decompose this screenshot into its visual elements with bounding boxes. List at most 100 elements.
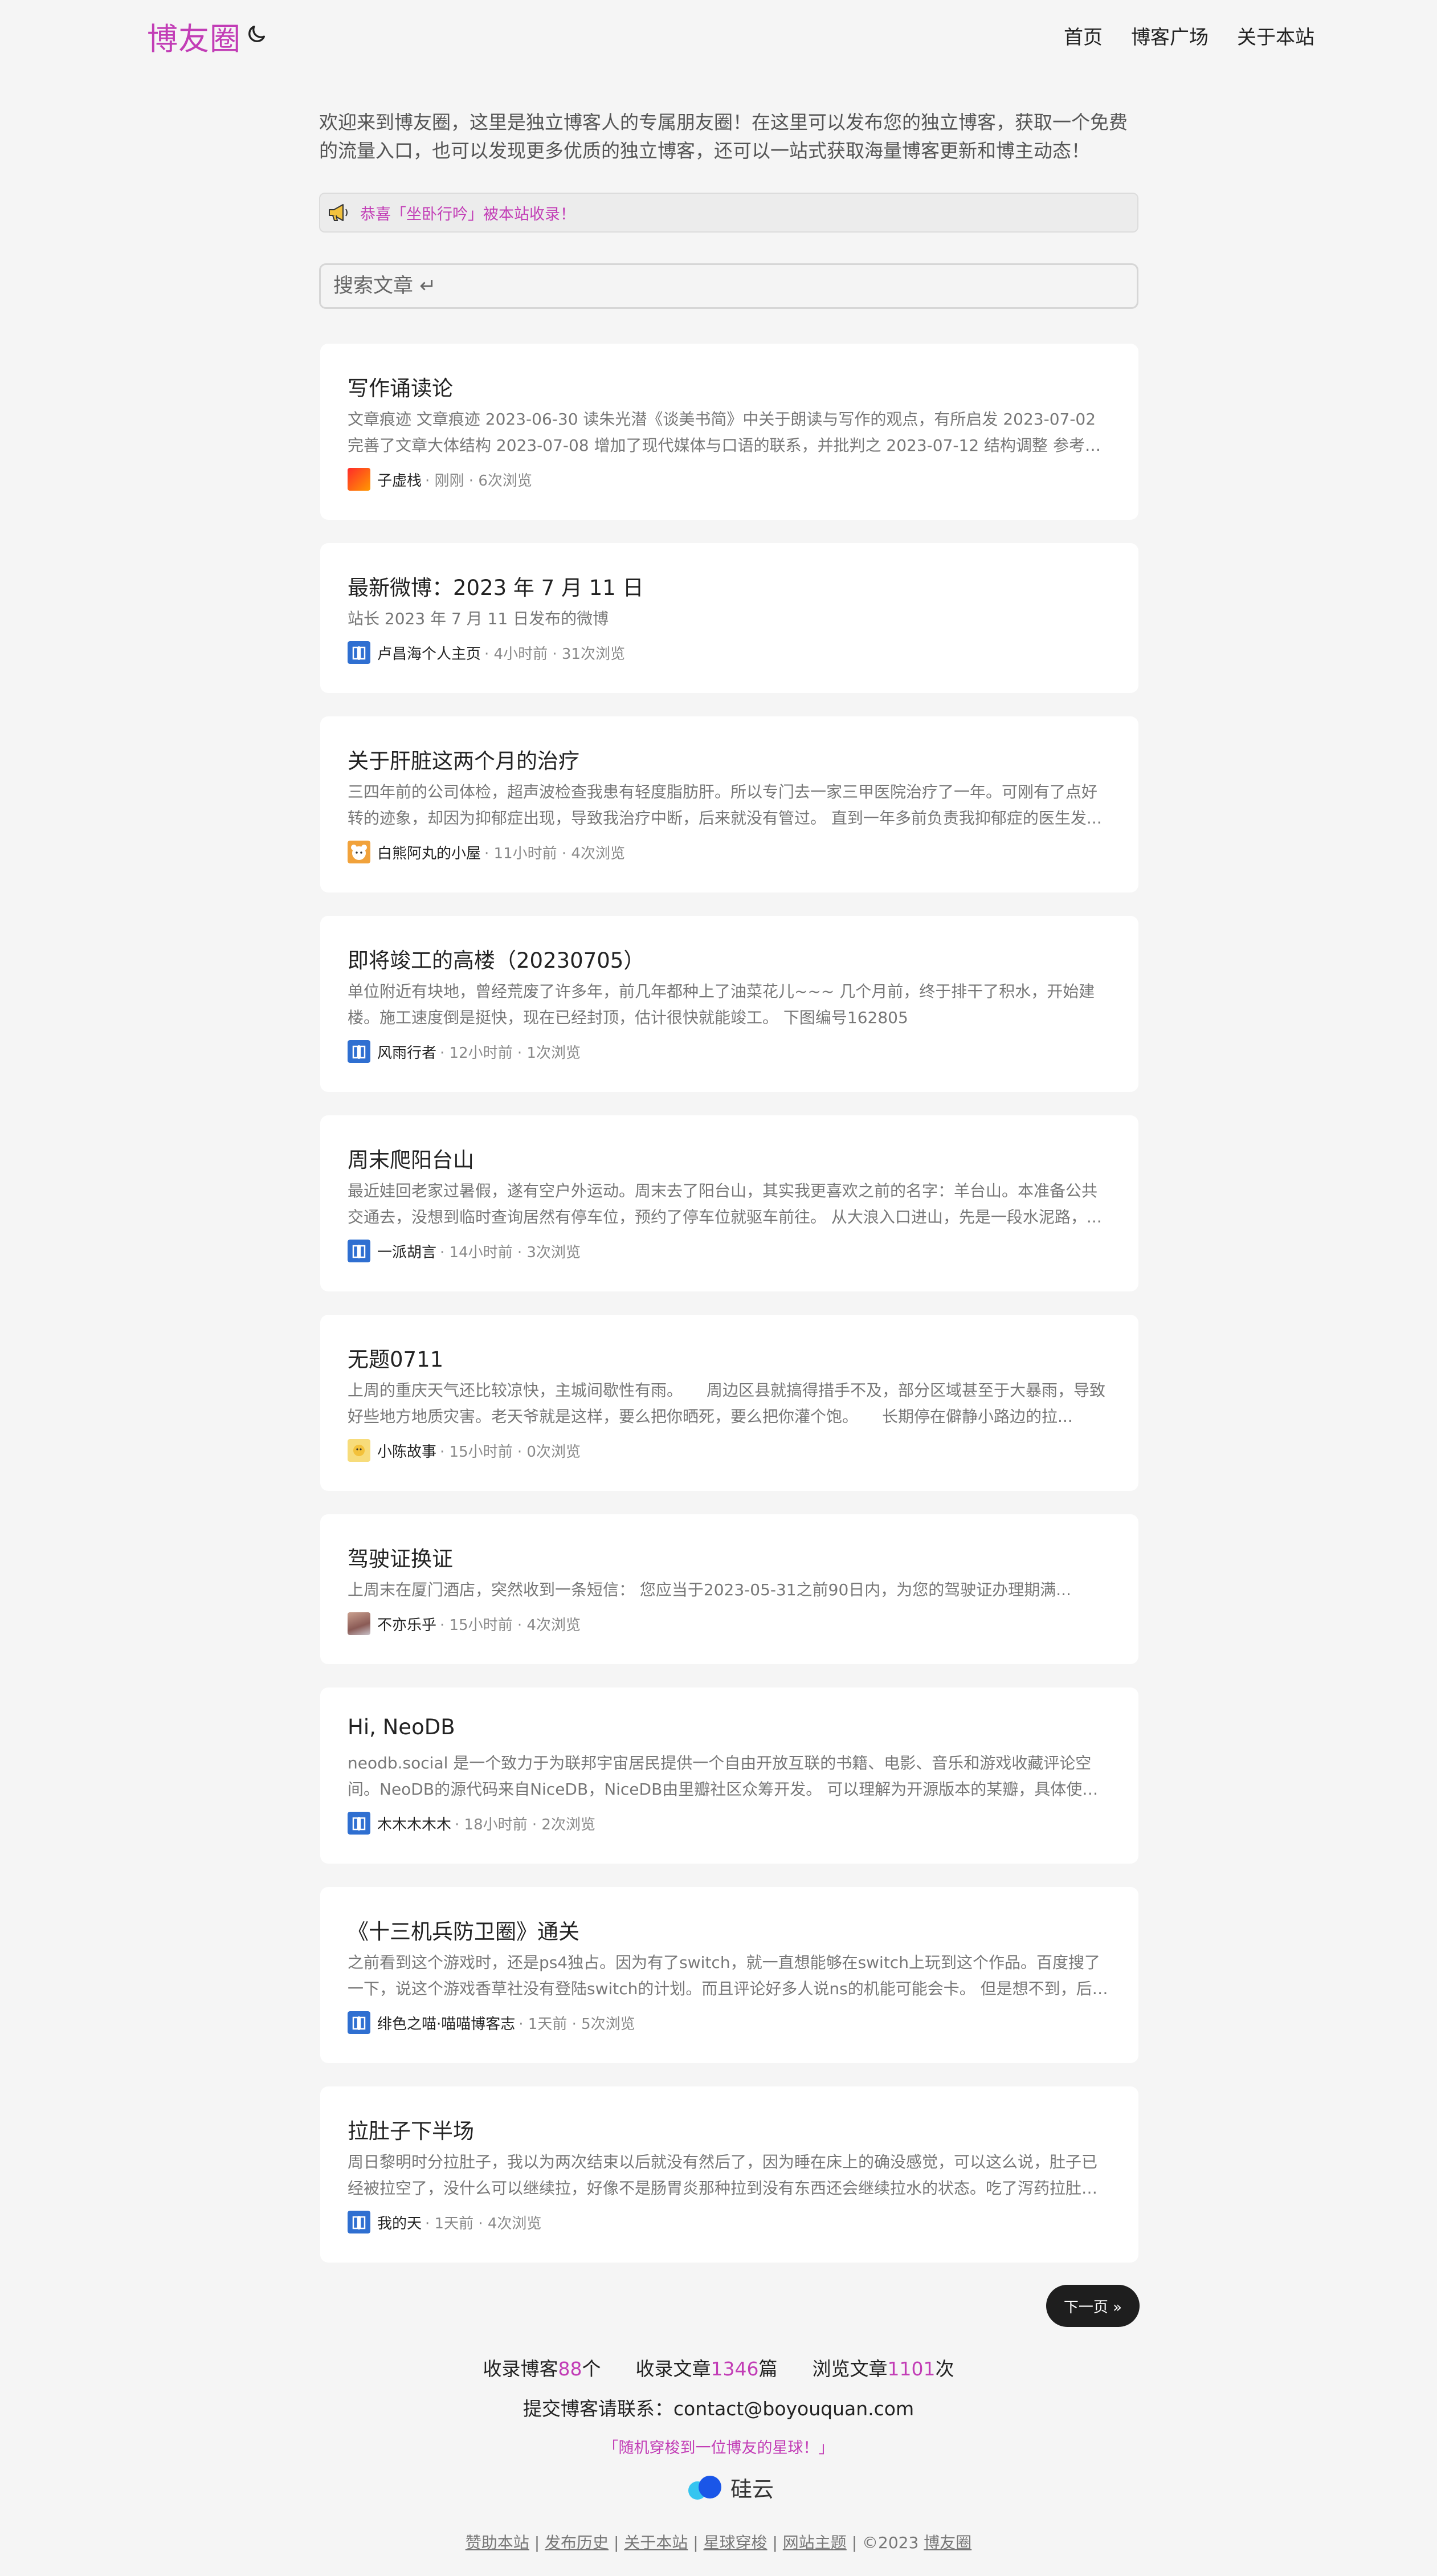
article-title[interactable]: 周末爬阳台山 [348,1143,474,1173]
article-title[interactable]: 无题0711 [348,1342,443,1373]
book-icon[interactable] [348,1240,370,1262]
book-icon[interactable] [348,2211,370,2233]
nav-home[interactable]: 首页 [1064,22,1103,50]
random-blog-link[interactable]: 「随机穿梭到一位博友的星球！」 [0,2435,1437,2457]
blogs-label: 收录博客 [483,2358,558,2380]
article-stats: · 1天前 · 4次浏览 [425,2215,542,2232]
article-title[interactable]: 关于肝脏这两个月的治疗 [348,744,579,775]
article-card[interactable]: 关于肝脏这两个月的治疗 三四年前的公司体检，超声波检查我患有轻度脂肪肝。所以专门… [320,716,1138,892]
article-stats: · 15小时前 · 4次浏览 [440,1616,581,1634]
article-excerpt: 周日黎明时分拉肚子，我以为两次结束以后就没有然后了，因为睡在床上的确没感觉，可以… [348,2153,1098,2198]
book-icon[interactable] [348,2011,370,2034]
article-stats: · 14小时前 · 3次浏览 [440,1244,581,1261]
article-meta: 绯色之喵·喵喵博客志 · 1天前 · 5次浏览 [348,2011,635,2034]
dark-mode-toggle-icon[interactable] [245,23,268,46]
articles-unit: 篇 [758,2358,778,2380]
article-card[interactable]: 拉肚子下半场 周日黎明时分拉肚子，我以为两次结束以后就没有然后了，因为睡在床上的… [320,2086,1138,2263]
author-name[interactable]: 我的天 [377,2212,422,2233]
article-card[interactable]: 无题0711 上周的重庆天气还比较凉快，主城间歇性有雨。 周边区县就搞得措手不及… [320,1315,1138,1491]
footer-links: 赞助本站 | 发布历史 | 关于本站 | 星球穿梭 | 网站主题 | ©2023… [465,2533,972,2552]
views-unit: 次 [935,2358,954,2380]
blogs-unit: 个 [582,2358,601,2380]
article-stats: · 12小时前 · 1次浏览 [440,1044,581,1062]
author-name[interactable]: 子虚栈 [377,469,422,490]
author-name[interactable]: 卢昌海个人主页 [377,642,481,663]
article-meta: 我的天 · 1天前 · 4次浏览 [348,2211,541,2233]
blogs-count: 88 [558,2358,582,2380]
article-excerpt: 文章痕迹 文章痕迹 2023-06-30 读朱光潜《谈美书简》中关于朗读与写作的… [348,410,1096,455]
site-logo[interactable]: 博友圈 [147,14,241,59]
article-title[interactable]: 《十三机兵防卫圈》通关 [348,1914,579,1945]
copyright-text: ©2023 [862,2533,919,2552]
article-title[interactable]: 驾驶证换证 [348,1542,453,1572]
author-name[interactable]: 白熊阿丸的小屋 [377,842,481,863]
contact-text: 提交博客请联系：contact@boyouquan.com [522,2398,915,2420]
footer-link-theme[interactable]: 网站主题 [783,2533,847,2552]
article-meta: 子虚栈 · 刚刚 · 6次浏览 [348,468,532,491]
author-name[interactable]: 木木木木木 [377,1813,451,1834]
article-title[interactable]: 即将竣工的高楼（20230705） [348,943,644,974]
author-name[interactable]: 不亦乐乎 [377,1613,436,1635]
article-stats: · 4小时前 · 31次浏览 [484,645,625,663]
article-title[interactable]: 写作诵读论 [348,371,453,402]
article-stats: · 刚刚 · 6次浏览 [425,472,532,490]
articles-label: 收录文章 [635,2358,711,2380]
article-excerpt: 单位附近有块地，曾经荒废了许多年，前几年都种上了油菜花儿~~~ 几个月前，终于排… [348,982,1095,1027]
cloud-logo-icon [688,2475,721,2500]
book-icon[interactable] [348,641,370,664]
footer-link-random[interactable]: 星球穿梭 [704,2533,768,2552]
footer-link-history[interactable]: 发布历史 [545,2533,609,2552]
author-name[interactable]: 小陈故事 [377,1440,436,1461]
sponsor-name: 硅云 [730,2477,774,2502]
nav-about[interactable]: 关于本站 [1237,22,1314,50]
article-card[interactable]: 《十三机兵防卫圈》通关 之前看到这个游戏时，还是ps4独占。因为有了switch… [320,1887,1138,2063]
article-excerpt: 三四年前的公司体检，超声波检查我患有轻度脂肪肝。所以专门去一家三甲医院治疗了一年… [348,782,1102,828]
article-excerpt: neodb.social 是一个致力于为联邦宇宙居民提供一个自由开放互联的书籍、… [348,1754,1092,1799]
article-title[interactable]: Hi, NeoDB [348,1715,455,1739]
article-meta: 白熊阿丸的小屋 · 11小时前 · 4次浏览 [348,841,625,863]
notice-banner: 恭喜「坐卧行吟」被本站收录！ [319,193,1138,233]
user-avatar-icon[interactable] [348,1439,370,1462]
intro-text: 欢迎来到博友圈，这里是独立博客人的专属朋友圈！在这里可以发布您的独立博客，获取一… [319,111,1128,162]
article-meta: 不亦乐乎 · 15小时前 · 4次浏览 [348,1612,581,1635]
main-nav: 首页 博客广场 关于本站 [1064,22,1314,50]
article-stats: · 18小时前 · 2次浏览 [455,1816,595,1833]
views-label: 浏览文章 [812,2358,888,2380]
article-title[interactable]: 最新微博：2023 年 7 月 11 日 [348,570,644,601]
author-avatar[interactable] [348,468,370,491]
articles-count: 1346 [711,2358,759,2380]
search-input[interactable] [319,263,1138,309]
megaphone-icon [329,204,348,221]
article-excerpt: 之前看到这个游戏时，还是ps4独占。因为有了switch，就一直想能够在swit… [348,1953,1100,1998]
bear-avatar-icon[interactable] [348,841,370,863]
book-icon[interactable] [348,1040,370,1063]
article-meta: 木木木木木 · 18小时前 · 2次浏览 [348,1812,595,1835]
article-card[interactable]: 周末爬阳台山 最近娃回老家过暑假，遂有空户外运动。周末去了阳台山，其实我更喜欢之… [320,1115,1138,1291]
notice-text[interactable]: 恭喜「坐卧行吟」被本站收录！ [360,202,575,224]
article-card[interactable]: 驾驶证换证 上周末在厦门酒店，突然收到一条短信： 您应当于2023-05-31之… [320,1514,1138,1664]
article-card[interactable]: 最新微博：2023 年 7 月 11 日 站长 2023 年 7 月 11 日发… [320,543,1138,693]
article-meta: 一派胡言 · 14小时前 · 3次浏览 [348,1240,581,1262]
article-title[interactable]: 拉肚子下半场 [348,2114,474,2145]
author-name[interactable]: 绯色之喵·喵喵博客志 [377,2012,515,2033]
author-avatar[interactable] [348,1612,370,1635]
article-stats: · 1天前 · 5次浏览 [519,2015,635,2033]
article-meta: 小陈故事 · 15小时前 · 0次浏览 [348,1439,581,1462]
article-stats: · 15小时前 · 0次浏览 [440,1443,581,1461]
footer-link-sponsor[interactable]: 赞助本站 [466,2533,529,2552]
article-meta: 风雨行者 · 12小时前 · 1次浏览 [348,1040,581,1063]
sponsor-logo[interactable]: 硅云 [684,2472,774,2503]
article-excerpt: 上周末在厦门酒店，突然收到一条短信： 您应当于2023-05-31之前90日内，… [348,1580,1071,1599]
views-count: 1101 [887,2358,936,2380]
next-page-button[interactable]: 下一页 » [1046,2285,1140,2327]
footer-link-home[interactable]: 博友圈 [924,2533,971,2552]
book-icon[interactable] [348,1812,370,1835]
article-excerpt: 站长 2023 年 7 月 11 日发布的微博 [348,609,609,628]
author-name[interactable]: 一派胡言 [377,1241,436,1262]
footer-link-about[interactable]: 关于本站 [624,2533,688,2552]
article-card[interactable]: Hi, NeoDB neodb.social 是一个致力于为联邦宇宙居民提供一个… [320,1688,1138,1864]
nav-blog-square[interactable]: 博客广场 [1131,22,1209,50]
article-card[interactable]: 即将竣工的高楼（20230705） 单位附近有块地，曾经荒废了许多年，前几年都种… [320,916,1138,1092]
article-card[interactable]: 写作诵读论 文章痕迹 文章痕迹 2023-06-30 读朱光潜《谈美书简》中关于… [320,344,1138,520]
author-name[interactable]: 风雨行者 [377,1041,436,1062]
